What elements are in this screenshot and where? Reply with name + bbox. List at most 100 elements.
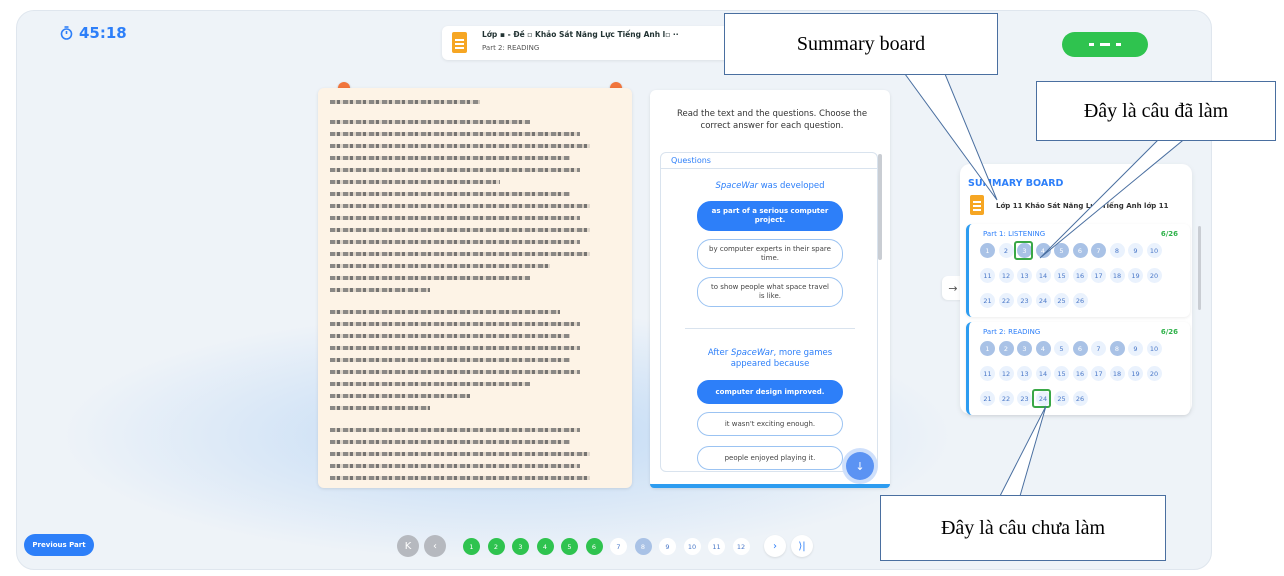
- page-button[interactable]: 3: [512, 538, 529, 555]
- passage-text-line: [330, 334, 570, 338]
- question-dot[interactable]: 4: [1035, 243, 1051, 258]
- page-button[interactable]: 5: [561, 538, 578, 555]
- question-dot[interactable]: 12: [998, 366, 1014, 381]
- answer-option[interactable]: by computer experts in their spare time.: [697, 239, 843, 269]
- page-button[interactable]: 2: [487, 538, 505, 555]
- question-dot[interactable]: 4: [1035, 341, 1051, 356]
- submit-button[interactable]: [1062, 32, 1148, 57]
- question-dot[interactable]: 19: [1128, 268, 1143, 283]
- page-button[interactable]: 11: [708, 538, 725, 555]
- question-dot[interactable]: 26: [1072, 293, 1088, 308]
- question-title-italic: SpaceWar: [715, 181, 759, 191]
- question-prompt: After SpaceWar, more games appeared beca…: [661, 348, 877, 370]
- question-dot[interactable]: 10: [1146, 341, 1162, 356]
- question-dot[interactable]: 15: [1054, 366, 1069, 381]
- previous-part-button[interactable]: Previous Part: [24, 534, 94, 556]
- question-dot[interactable]: 16: [1072, 366, 1088, 381]
- question-dot[interactable]: 24: [1035, 293, 1051, 308]
- question-dot[interactable]: 18: [1109, 366, 1125, 381]
- passage-text-line: [330, 476, 590, 480]
- answer-option[interactable]: to show people what space travel is like…: [697, 277, 843, 307]
- question-dot[interactable]: 6: [1072, 341, 1088, 356]
- question-dot[interactable]: 13: [1017, 366, 1032, 381]
- passage-text-line: [330, 240, 580, 244]
- answer-option[interactable]: people enjoyed playing it.: [697, 446, 843, 470]
- question-dot[interactable]: 11: [980, 366, 995, 381]
- page-button[interactable]: 6: [585, 538, 603, 555]
- question-dot[interactable]: 7: [1091, 243, 1106, 258]
- page-button[interactable]: 8: [634, 538, 652, 555]
- summary-section-reading: Part 2: READING 6/26 1 2 3 4 5 6 7 8 9 10 11 12 13 14…: [966, 322, 1190, 415]
- question-dot[interactable]: 25: [1054, 293, 1069, 308]
- question-dot[interactable]: 21: [980, 293, 995, 308]
- next-page-button[interactable]: ›: [764, 535, 786, 557]
- page-button[interactable]: 1: [463, 538, 480, 555]
- first-page-button[interactable]: K: [397, 535, 419, 557]
- question-dot[interactable]: 16: [1072, 268, 1088, 283]
- question-dot[interactable]: 10: [1146, 243, 1162, 258]
- progress-bar: [650, 484, 890, 488]
- passage-text-line: [330, 264, 550, 268]
- question-dot[interactable]: 8: [1109, 243, 1125, 258]
- questions-heading: Questions: [661, 153, 877, 169]
- question-dot[interactable]: 8: [1109, 341, 1125, 356]
- answer-option[interactable]: computer design improved.: [697, 380, 843, 404]
- question-dot[interactable]: 6: [1072, 243, 1088, 258]
- question-dot[interactable]: 25: [1054, 391, 1069, 406]
- question-dot[interactable]: 21: [980, 391, 995, 406]
- question-dot[interactable]: 3: [1017, 341, 1032, 356]
- passage-text-line: [330, 394, 470, 398]
- page-button[interactable]: 9: [659, 538, 676, 555]
- question-dot[interactable]: 12: [998, 268, 1014, 283]
- test-title: Lớp ▪ - Đề ▫ Khảo Sát Năng Lực Tiếng Anh…: [482, 30, 679, 39]
- answer-option[interactable]: as part of a serious computer project.: [697, 201, 843, 231]
- question-dot[interactable]: 5: [1054, 341, 1069, 356]
- page-button[interactable]: 7: [610, 538, 627, 555]
- question-dot[interactable]: 20: [1146, 366, 1162, 381]
- last-page-button[interactable]: ⟩|: [791, 535, 813, 557]
- first-page-icon: K: [404, 540, 412, 552]
- section-count: 6/26: [1160, 328, 1178, 336]
- question-dot[interactable]: 7: [1091, 341, 1106, 356]
- question-dot[interactable]: 1: [980, 341, 995, 356]
- question-dot[interactable]: 23: [1017, 293, 1032, 308]
- question-dot[interactable]: 22: [998, 293, 1014, 308]
- question-dot[interactable]: 11: [980, 268, 995, 283]
- question-dot[interactable]: 9: [1128, 243, 1143, 258]
- passage-text-line: [330, 144, 590, 148]
- scrollbar[interactable]: [1198, 226, 1201, 310]
- question-dot[interactable]: 23: [1017, 391, 1032, 406]
- question-dot[interactable]: 18: [1109, 268, 1125, 283]
- question-dot[interactable]: 14: [1035, 366, 1051, 381]
- callout-summary-board: Summary board: [724, 13, 998, 75]
- question-dot[interactable]: 14: [1035, 268, 1051, 283]
- scrollbar[interactable]: [878, 154, 882, 260]
- question-dot[interactable]: 5: [1054, 243, 1069, 258]
- answer-option[interactable]: it wasn't exciting enough.: [697, 412, 843, 436]
- question-dot[interactable]: 17: [1091, 366, 1106, 381]
- question-list: Questions SpaceWar was developed as part…: [660, 152, 878, 472]
- question-dot[interactable]: 9: [1128, 341, 1143, 356]
- prev-page-button[interactable]: ‹: [424, 535, 446, 557]
- page-button[interactable]: 10: [683, 538, 701, 555]
- question-dot[interactable]: 19: [1128, 366, 1143, 381]
- question-title-pre: After: [707, 348, 731, 358]
- passage-text-line: [330, 204, 590, 208]
- instructions-text: Read the text and the questions. Choose …: [676, 109, 868, 131]
- question-dot[interactable]: 22: [998, 391, 1014, 406]
- scroll-down-button[interactable]: ↓: [846, 452, 874, 480]
- question-dot[interactable]: 17: [1091, 268, 1106, 283]
- passage-text-line: [330, 120, 530, 124]
- question-dot[interactable]: 20: [1146, 268, 1162, 283]
- question-dot[interactable]: 2: [998, 341, 1014, 356]
- question-dot[interactable]: 15: [1054, 268, 1069, 283]
- page-button[interactable]: 4: [536, 538, 554, 555]
- page-button[interactable]: 12: [732, 538, 750, 555]
- chevron-left-icon: ‹: [433, 540, 437, 552]
- question-dot[interactable]: 1: [980, 243, 995, 258]
- question-dot[interactable]: 2: [998, 243, 1014, 258]
- question-dot[interactable]: 26: [1072, 391, 1088, 406]
- summary-board: SUMMARY BOARD Lớp 11 Khảo Sát Năng Lực T…: [960, 164, 1192, 415]
- question-dot[interactable]: 13: [1017, 268, 1032, 283]
- passage-text-line: [330, 464, 580, 468]
